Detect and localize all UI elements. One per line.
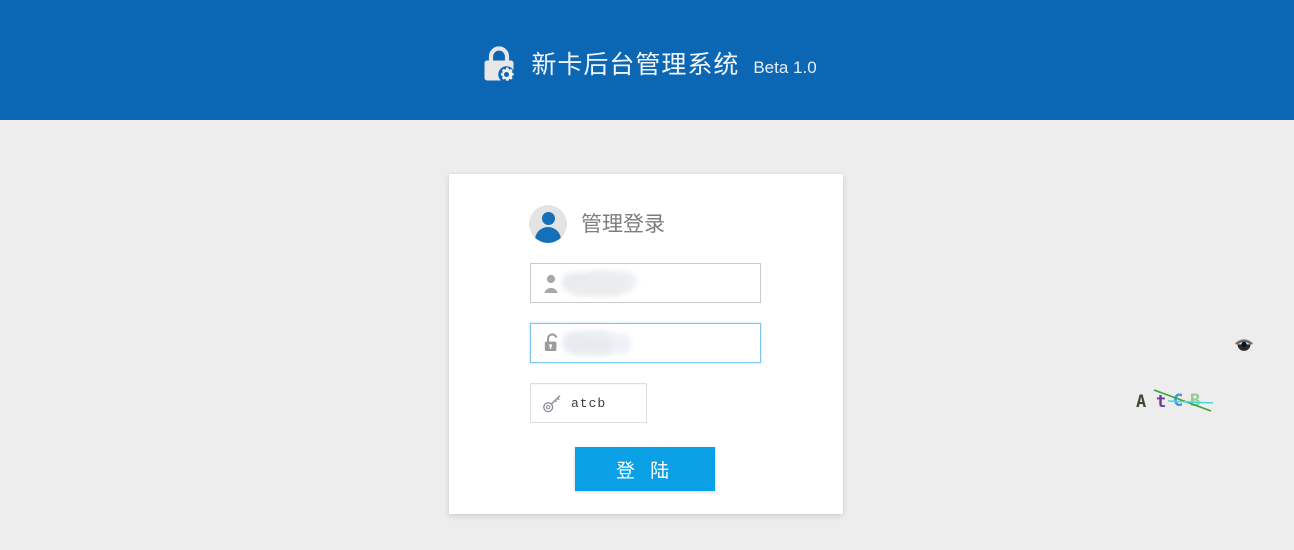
login-button[interactable]: 登 陆 [575, 447, 715, 491]
brand: 新卡后台管理系统 Beta 1.0 [477, 43, 817, 87]
username-input[interactable] [530, 263, 761, 303]
username-redaction [562, 271, 646, 296]
user-icon [542, 273, 563, 294]
eye-icon[interactable] [1233, 336, 1255, 352]
password-row [449, 323, 1254, 363]
page-body: 管理登录 atcb A t C B 登 陆 [0, 120, 1294, 550]
login-card-header: 管理登录 [449, 174, 843, 243]
captcha-input[interactable]: atcb [530, 383, 647, 423]
password-input[interactable] [530, 323, 761, 363]
login-card: 管理登录 atcb A t C B 登 陆 [449, 174, 1254, 514]
app-title: 新卡后台管理系统 [531, 50, 740, 79]
unlock-icon [542, 332, 563, 354]
user-avatar-icon [529, 205, 567, 243]
app-version: Beta 1.0 [753, 57, 817, 77]
password-redaction [562, 331, 646, 355]
captcha-value: atcb [571, 395, 607, 411]
lock-gear-icon [477, 43, 521, 87]
captcha-row: atcb A t C B [449, 383, 1214, 423]
captcha-noise-lines [1153, 389, 1214, 412]
app-header: 新卡后台管理系统 Beta 1.0 [0, 0, 1294, 120]
login-card-title: 管理登录 [581, 212, 665, 236]
submit-row: 登 陆 [449, 447, 843, 491]
captcha-image[interactable]: A t C B [1132, 384, 1216, 420]
username-row [449, 263, 843, 303]
key-icon [542, 393, 563, 414]
